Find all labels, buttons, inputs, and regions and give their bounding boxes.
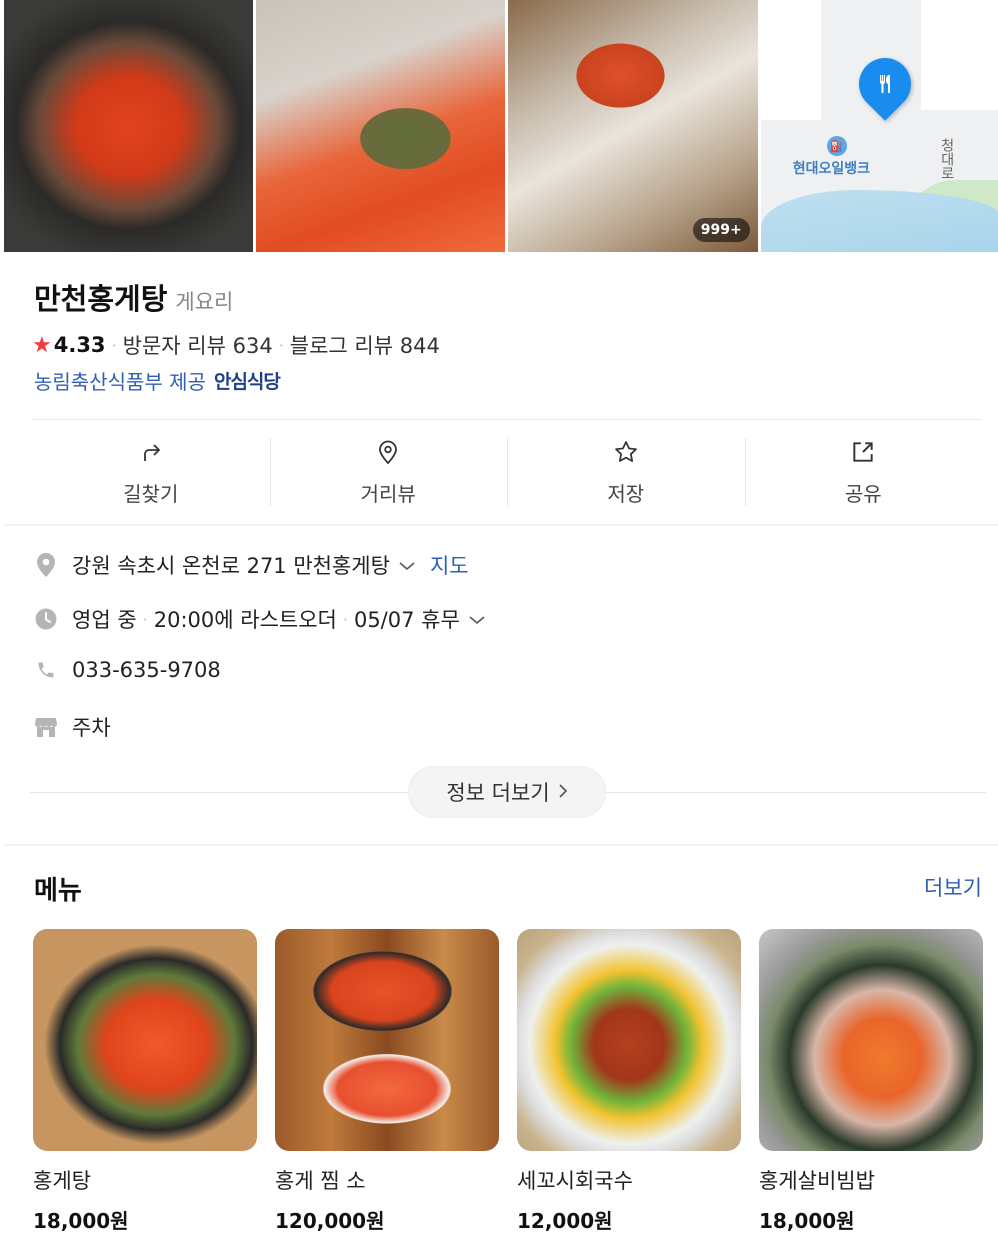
gallery-photo-3[interactable]: 999+ [508,0,758,252]
menu-item-name: 홍게 찜 소 [275,1169,366,1193]
map-water-area [760,190,998,252]
rating-row: ★ 4.33 · 방문자 리뷰 634 · 블로그 리뷰 844 [32,330,440,360]
photo-count-badge: 999+ [692,218,750,242]
menu-item-name: 세꼬시회국수 [517,1169,633,1193]
mini-map[interactable]: ⛽ 현대오일뱅크 청대로 [760,0,998,252]
menu-item[interactable]: 홍게탕 18,000원 [33,929,257,1234]
address-row: 강원 속초시 온천로 271 만천홍게탕 지도 [34,550,469,580]
provider-text: 농림축산식품부 제공 [34,370,206,394]
parking-row: 주차 [34,712,111,742]
phone-row: 033-635-9708 [34,658,221,682]
menu-item-photo [33,929,257,1151]
map-link[interactable]: 지도 [430,550,469,580]
menu-item-photo [517,929,741,1151]
menu-more-link[interactable]: 더보기 [924,872,982,902]
separator-dot: · [342,609,348,629]
more-info-button[interactable]: 정보 더보기 [408,766,606,818]
menu-item-price: 18,000원 [33,1209,129,1233]
chevron-down-icon[interactable] [398,553,416,577]
last-order-text: 20:00에 라스트오더 [153,608,337,632]
location-pin-icon [34,553,58,577]
hours-row: 영업 중 · 20:00에 라스트오더 · 05/07 휴무 [34,604,486,634]
blog-reviews-link[interactable]: 블로그 리뷰 844 [290,330,440,360]
menu-item-price: 12,000원 [517,1209,613,1233]
phone-icon [34,658,58,682]
separator-dot: · [278,335,284,355]
restaurant-icon [859,58,911,110]
menu-item-photo [275,929,499,1151]
chevron-right-icon [558,780,568,804]
menu-item-price: 18,000원 [759,1209,855,1233]
map-road [760,0,821,120]
directions-button[interactable]: 길찾기 [32,420,270,524]
map-road-label: 청대로 [938,138,955,180]
place-header: 만천홍게탕 게요리 [34,276,233,318]
menu-section-title: 메뉴 [34,876,82,906]
save-label: 저장 [607,481,645,506]
clock-icon [34,607,58,631]
directions-label: 길찾기 [123,481,179,506]
street-view-button[interactable]: 거리뷰 [269,420,508,524]
menu-item-name: 홍게살비빔밥 [759,1169,875,1193]
section-divider [4,524,998,526]
parking-text: 주차 [72,716,111,740]
street-view-label: 거리뷰 [360,481,416,506]
rating-value: 4.33 [53,333,106,357]
share-button[interactable]: 공유 [744,420,983,524]
chevron-down-icon[interactable] [468,607,486,631]
menu-item[interactable]: 세꼬시회국수 12,000원 [517,929,741,1234]
directions-arrow-icon [137,438,165,466]
open-status: 영업 중 [72,608,137,632]
map-poi-label: 현대오일뱅크 [792,161,870,177]
menu-item[interactable]: 홍게 찜 소 120,000원 [275,929,499,1234]
holiday-text: 05/07 휴무 [353,608,460,632]
address-text: 강원 속초시 온천로 271 만천홍게탕 [72,554,390,578]
store-icon [34,715,58,739]
gallery-photo-2[interactable] [256,0,506,252]
action-bar: 길찾기 거리뷰 저장 공유 [32,420,982,524]
place-category: 게요리 [175,290,234,314]
location-pin-icon [374,438,402,466]
save-button[interactable]: 저장 [507,420,745,524]
gallery-photo-1[interactable] [4,0,254,252]
provider-row: 농림축산식품부 제공 안심식당 [34,366,281,395]
share-icon [849,438,877,466]
menu-item-photo [759,929,983,1151]
separator-dot: · [111,335,117,355]
menu-item[interactable]: 홍게살비빔밥 18,000원 [759,929,983,1234]
map-road [920,0,998,110]
separator-dot: · [142,609,148,629]
more-info-label: 정보 더보기 [446,781,550,805]
star-outline-icon [612,438,640,466]
gas-station-icon: ⛽ [826,136,847,156]
menu-item-price: 120,000원 [275,1209,385,1233]
share-label: 공유 [844,481,882,506]
star-icon: ★ [32,332,52,358]
menu-item-name: 홍게탕 [33,1169,91,1193]
safe-restaurant-badge: 안심식당 [213,371,281,393]
phone-number[interactable]: 033-635-9708 [72,658,221,682]
photo-gallery: 999+ ⛽ 현대오일뱅크 청대로 [4,0,998,252]
place-name: 만천홍게탕 [34,282,168,316]
visitor-reviews-link[interactable]: 방문자 리뷰 634 [123,330,273,360]
section-divider [4,844,998,846]
menu-list: 홍게탕 18,000원 홍게 찜 소 120,000원 세꼬시회국수 12,00… [33,929,983,1234]
